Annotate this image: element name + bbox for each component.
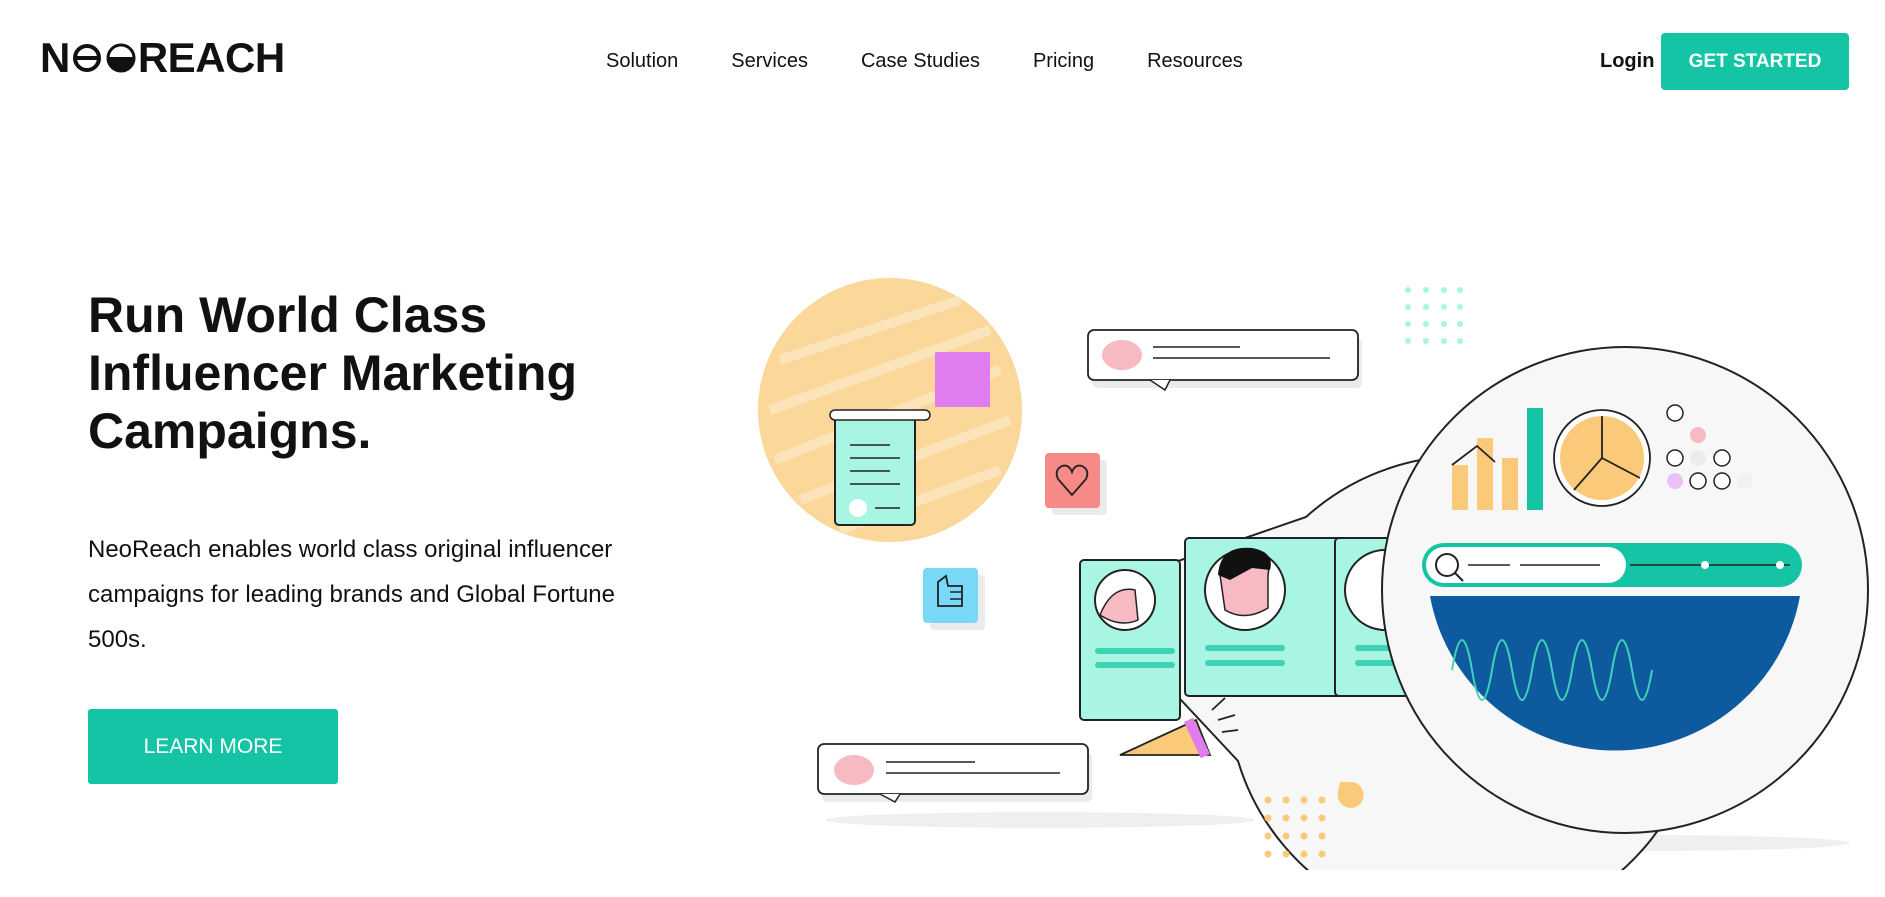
mint-dot-grid bbox=[1405, 287, 1463, 344]
nav-link-resources[interactable]: Resources bbox=[1147, 48, 1243, 74]
nav-link-case-studies[interactable]: Case Studies bbox=[861, 48, 980, 74]
pie-chart-icon bbox=[1553, 409, 1651, 507]
logo-text-left: N bbox=[40, 34, 70, 81]
hero-illustration bbox=[758, 278, 1869, 870]
main-nav: Solution Services Case Studies Pricing R… bbox=[606, 48, 1296, 74]
search-bar-graphic bbox=[1422, 543, 1802, 587]
get-started-button[interactable]: GET STARTED bbox=[1661, 33, 1849, 90]
nav-link-solution[interactable]: Solution bbox=[606, 48, 678, 74]
nav-link-services[interactable]: Services bbox=[731, 48, 808, 74]
logo-e-mark-icon bbox=[72, 44, 101, 72]
login-link[interactable]: Login bbox=[1600, 48, 1654, 74]
nav-link-pricing[interactable]: Pricing bbox=[1033, 48, 1094, 74]
landing-page: N REACH Solution Services Case Studies P… bbox=[0, 0, 1885, 897]
shadow-left bbox=[825, 812, 1255, 828]
violet-square-decoration bbox=[935, 352, 990, 407]
comment-bubble-top bbox=[1087, 329, 1362, 392]
comment-bubble-bottom bbox=[817, 743, 1092, 803]
heart-icon bbox=[1045, 453, 1107, 515]
hero-title: Run World Class Influencer Marketing Cam… bbox=[88, 287, 577, 459]
neoreach-logo[interactable]: N REACH bbox=[40, 34, 285, 81]
document-scroll-icon bbox=[829, 409, 931, 526]
profile-card-left bbox=[1079, 559, 1181, 721]
hero-description: NeoReach enables world class original in… bbox=[88, 536, 615, 653]
logo-text-right: REACH bbox=[137, 34, 285, 81]
thumbs-up-icon bbox=[923, 568, 985, 630]
peach-pac-decoration bbox=[1337, 782, 1364, 808]
profile-card-center[interactable] bbox=[1184, 537, 1351, 697]
logo-o-mark-icon bbox=[106, 43, 136, 73]
learn-more-button[interactable]: LEARN MORE bbox=[88, 709, 338, 784]
